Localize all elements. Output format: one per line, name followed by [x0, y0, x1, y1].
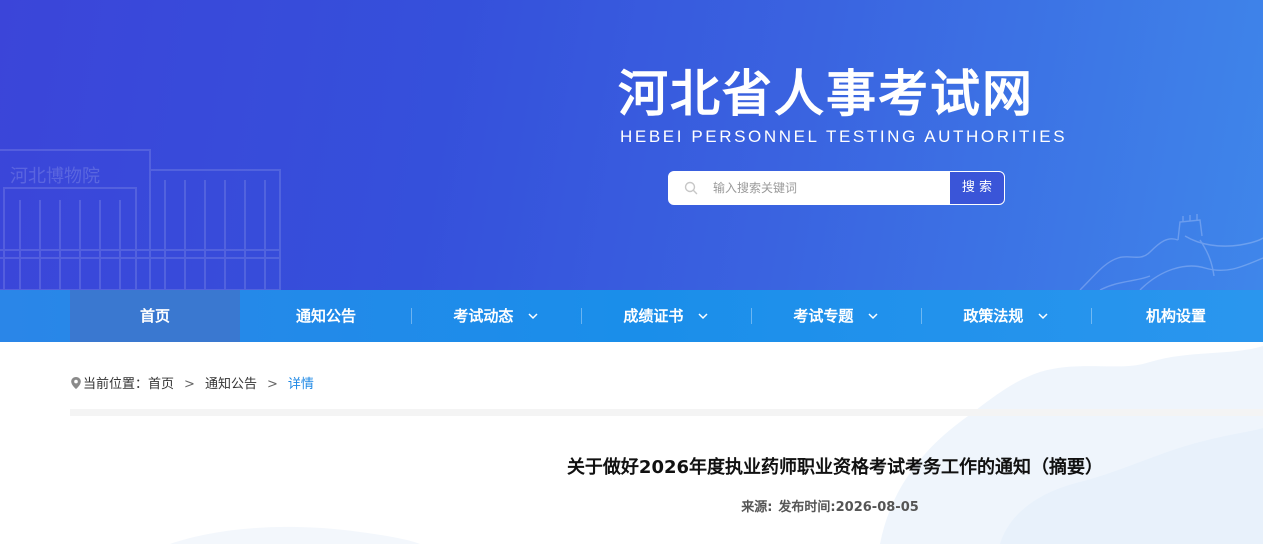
nav-item-label: 成绩证书	[623, 307, 684, 325]
nav-item-exam-topics[interactable]: 考试专题	[751, 290, 921, 342]
banner-watermark-text: 河北博物院	[10, 166, 100, 187]
breadcrumb-current: 详情	[287, 377, 314, 392]
breadcrumb-separator: >	[266, 377, 278, 392]
chevron-down-icon	[698, 313, 708, 320]
search-icon	[684, 181, 698, 195]
nav-item-notices[interactable]: 通知公告	[241, 290, 411, 342]
content-divider	[70, 409, 1263, 416]
site-subtitle: HEBEI PERSONNEL TESTING AUTHORITIES	[620, 127, 1068, 146]
chevron-down-icon	[868, 313, 878, 320]
article-source-label: 来源:	[741, 500, 773, 515]
nav-item-home[interactable]: 首页	[70, 290, 240, 342]
nav-item-label: 首页	[139, 307, 170, 325]
search-input[interactable]	[713, 176, 943, 200]
nav-item-label: 机构设置	[1145, 307, 1206, 325]
nav-item-label: 政策法规	[963, 307, 1024, 325]
article-title: 关于做好2026年度执业药师职业资格考试考务工作的通知（摘要）	[566, 457, 1104, 478]
article-meta: 来源: 发布时间:2026-08-05	[620, 498, 1040, 518]
breadcrumb-link-home[interactable]: 首页	[148, 377, 174, 392]
nav-item-scores-certificates[interactable]: 成绩证书	[581, 290, 751, 342]
location-pin-icon	[71, 377, 81, 389]
nav-item-policies[interactable]: 政策法规	[921, 290, 1091, 342]
breadcrumb: 当前位置：首页 > 通知公告 > 详情	[70, 375, 470, 395]
chevron-down-icon	[1038, 313, 1048, 320]
search-button[interactable]: 搜 索	[949, 171, 1005, 205]
search-box: 搜 索	[668, 171, 1005, 205]
nav-item-organization[interactable]: 机构设置	[1091, 290, 1261, 342]
nav-item-label: 考试动态	[453, 307, 514, 325]
nav-item-exam-news[interactable]: 考试动态	[411, 290, 581, 342]
article-publish-date: 2026-08-05	[835, 500, 919, 515]
great-wall-illustration	[1079, 214, 1263, 290]
main-nav: 首页 通知公告 考试动态 成绩证书 考试专题 政策法规 机构设置	[0, 290, 1263, 342]
chevron-down-icon	[528, 313, 538, 320]
article-publish-label: 发布时间:	[778, 500, 836, 515]
breadcrumb-prefix: 当前位置：	[83, 377, 149, 392]
site-title: 河北省人事考试网	[618, 65, 1034, 123]
nav-item-label: 通知公告	[295, 307, 356, 325]
header-banner: 河北博物院 河北省人事考试网 HEBEI PERSONNEL TESTING A…	[0, 0, 1263, 290]
breadcrumb-separator: >	[184, 377, 195, 392]
nav-item-label: 考试专题	[793, 307, 854, 325]
breadcrumb-link-notices[interactable]: 通知公告	[205, 377, 257, 392]
